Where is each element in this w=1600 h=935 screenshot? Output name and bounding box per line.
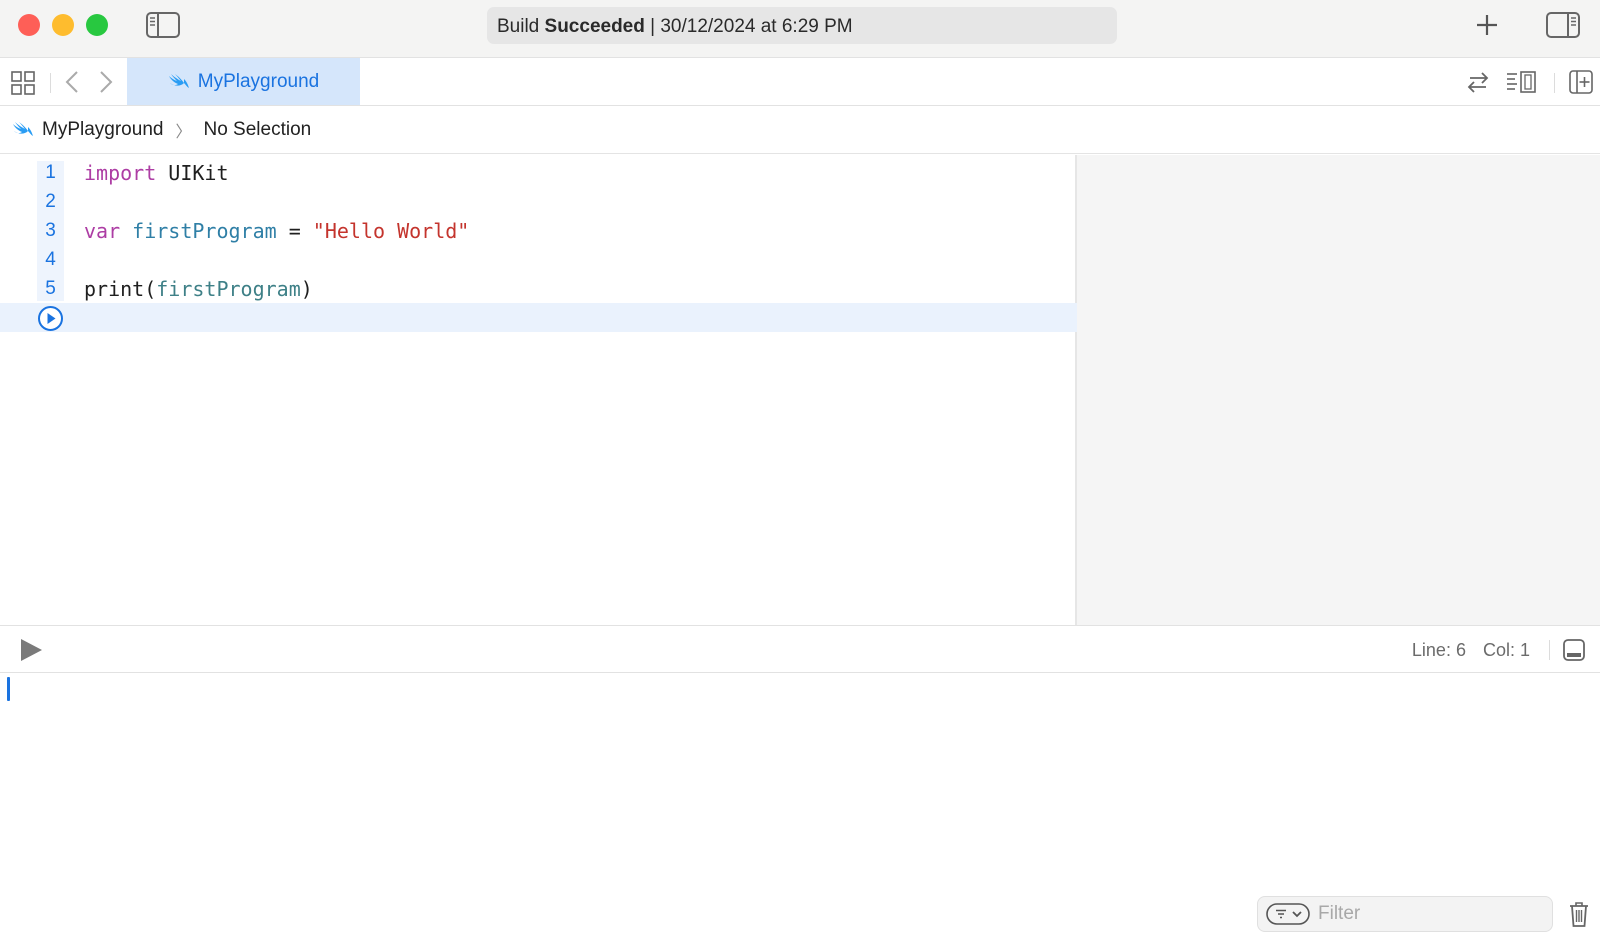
add-editor-icon[interactable] [1568,69,1594,95]
code-token: import [84,161,157,185]
window-titlebar: Build Succeeded | 30/12/2024 at 6:29 PM [0,0,1600,58]
code-token: firstProgram [132,219,277,243]
results-sidebar [1077,155,1600,625]
chevron-left-icon[interactable] [62,69,82,95]
console-area[interactable] [0,674,1600,935]
code-text: var firstProgram = "Hello World" [84,219,469,243]
trash-icon[interactable] [1568,900,1590,928]
code-token: = [276,219,313,243]
text-cursor [7,677,10,701]
jump-bar: MyPlayground 〉 No Selection [0,106,1600,154]
code-line[interactable]: 2 [0,188,1077,217]
line-number[interactable]: 5 [37,278,64,300]
zoom-window-button[interactable] [86,14,108,36]
close-window-button[interactable] [18,14,40,36]
tab-myplayground[interactable]: MyPlayground [127,58,360,105]
breadcrumb-chevron-icon: 〉 [175,123,192,141]
chevron-right-icon[interactable] [96,69,116,95]
code-token: firstProgram [156,277,301,301]
code-line[interactable]: 3 var firstProgram = "Hello World" [0,217,1077,246]
toolbar-divider [1554,73,1555,93]
minimize-window-button[interactable] [52,14,74,36]
play-circle-icon[interactable] [37,305,64,332]
debug-bar: Line: 6 Col: 1 [0,625,1600,673]
breadcrumb-selection[interactable]: No Selection [203,119,311,141]
build-status: Succeeded [544,16,645,37]
code-token: ) [300,277,313,301]
plus-icon[interactable] [1472,10,1502,40]
console-filter-field[interactable] [1257,896,1553,932]
line-number[interactable]: 4 [37,249,64,271]
play-icon[interactable] [18,637,44,663]
filter-input[interactable] [1318,903,1538,925]
debug-bar-divider [1549,640,1550,660]
code-text: import UIKit [84,161,229,185]
toolbar-divider [50,73,51,93]
tab-label: MyPlayground [197,70,320,92]
code-line[interactable]: 4 [0,246,1077,275]
source-editor[interactable]: 1 import UIKit 2 3 var firstProgram = "Hello… [0,155,1077,625]
current-line-highlight [0,303,1077,332]
activity-viewer[interactable]: Build Succeeded | 30/12/2024 at 6:29 PM [487,7,1117,44]
code-line[interactable]: 5 print(firstProgram) [0,275,1077,304]
sidebar-left-icon[interactable] [146,12,180,38]
code-token: print( [84,277,157,301]
code-text: print(firstProgram) [84,277,313,301]
cursor-position: Line: 6 Col: 1 [1412,640,1530,661]
breadcrumb-project[interactable]: MyPlayground [42,119,163,141]
code-token: var [84,219,121,243]
code-token: "Hello World" [312,219,470,243]
code-line[interactable]: 1 import UIKit [0,159,1077,188]
code-token: UIKit [156,161,229,185]
swift-icon [13,121,33,136]
grid-icon[interactable] [10,70,36,96]
column-indicator: Col: 1 [1482,640,1530,660]
line-number[interactable]: 3 [37,220,64,242]
swift-icon [168,73,189,88]
line-number[interactable]: 2 [37,191,64,213]
sidebar-right-icon[interactable] [1546,11,1580,39]
editor-options-icon[interactable] [1505,69,1539,95]
arrows-swap-icon[interactable] [1465,69,1491,95]
console-toggle-icon[interactable] [1562,638,1586,662]
editor-tab-bar: MyPlayground [0,58,1600,106]
activity-prefix: Build [497,16,540,37]
activity-separator: | [650,16,656,37]
filter-options-icon[interactable] [1266,903,1310,925]
build-timestamp: 30/12/2024 at 6:29 PM [660,16,853,37]
line-indicator: Line: 6 [1411,640,1466,660]
line-number[interactable]: 1 [37,162,64,184]
